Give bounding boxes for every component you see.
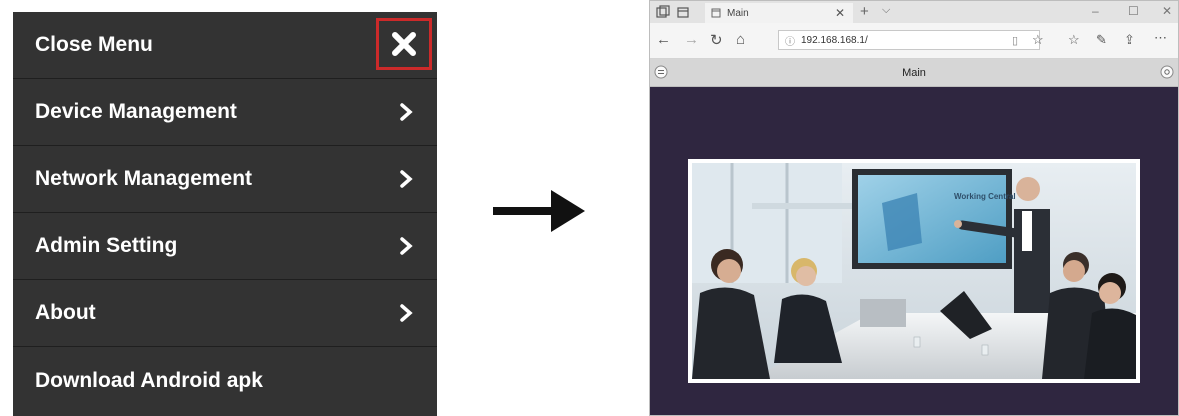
chevron-down-icon[interactable]: ⌵ <box>882 4 890 17</box>
menu-item-close[interactable]: Close Menu <box>13 12 437 79</box>
pen-icon[interactable]: ✎ <box>1096 32 1107 48</box>
set-aside-tabs-icon[interactable] <box>676 5 690 19</box>
page-title: Main <box>902 66 926 79</box>
back-icon[interactable]: ← <box>656 31 671 48</box>
menu-item-about[interactable]: About <box>13 280 437 347</box>
more-icon[interactable]: ⋯ <box>1154 30 1167 46</box>
browser-tab[interactable]: Main ✕ <box>705 3 853 23</box>
page-icon <box>711 8 721 18</box>
tab-title: Main <box>727 7 749 19</box>
menu-item-label: Network Management <box>35 167 253 190</box>
window-close-icon[interactable]: ✕ <box>1162 4 1172 18</box>
chevron-right-icon <box>400 170 413 188</box>
menu-item-label: Admin Setting <box>35 234 178 257</box>
screen-text: Working Central <box>954 192 1016 201</box>
favorite-star-icon[interactable]: ☆ <box>1032 32 1044 48</box>
menu-item-label: Device Management <box>35 100 237 123</box>
chevron-right-icon <box>400 304 413 322</box>
tab-manager-icon[interactable] <box>656 5 670 19</box>
browser-window: Main ✕ + ⌵ – ☐ ✕ ← → ↻ ⌂ ⓘ 192.168.168.1… <box>649 0 1179 416</box>
chevron-right-icon <box>400 103 413 121</box>
refresh-icon[interactable]: ↻ <box>710 31 723 49</box>
browser-titlebar: Main ✕ + ⌵ – ☐ ✕ <box>650 1 1178 23</box>
menu-item-network-management[interactable]: Network Management <box>13 146 437 213</box>
menu-item-download-android-apk[interactable]: Download Android apk <box>13 347 437 414</box>
chevron-right-icon <box>400 237 413 255</box>
meeting-room-image: Working Central <box>688 159 1140 383</box>
menu-item-label: Close Menu <box>35 33 153 56</box>
maximize-icon[interactable]: ☐ <box>1128 4 1139 18</box>
menu-icon[interactable] <box>654 65 668 79</box>
menu-item-label: About <box>35 301 96 324</box>
close-button[interactable] <box>376 18 432 70</box>
menu-item-admin-setting[interactable]: Admin Setting <box>13 213 437 280</box>
new-tab-icon[interactable]: + <box>860 3 869 20</box>
address-text: 192.168.168.1/ <box>801 34 868 46</box>
info-icon: ⓘ <box>785 36 795 48</box>
forward-icon[interactable]: → <box>684 31 699 48</box>
page-header: Main <box>650 59 1178 87</box>
menu-item-label: Download Android apk <box>35 368 263 392</box>
side-menu: Close Menu Device Management Network Man… <box>13 12 437 416</box>
browser-navbar: ← → ↻ ⌂ ⓘ 192.168.168.1/ ▯ ☆ ☆ ✎ ⇪ ⋯ <box>650 23 1178 59</box>
favorites-hub-icon[interactable]: ☆ <box>1068 32 1080 48</box>
close-icon <box>392 32 416 56</box>
menu-item-device-management[interactable]: Device Management <box>13 79 437 146</box>
minimize-icon[interactable]: – <box>1092 4 1099 18</box>
address-bar[interactable]: ⓘ 192.168.168.1/ <box>778 30 1040 50</box>
settings-icon[interactable] <box>1160 65 1174 79</box>
home-icon[interactable]: ⌂ <box>736 31 745 48</box>
share-icon[interactable]: ⇪ <box>1124 32 1135 48</box>
right-arrow-icon <box>493 190 585 232</box>
meeting-illustration: Working Central <box>692 163 1136 379</box>
reading-view-icon[interactable]: ▯ <box>1012 34 1018 47</box>
tab-close-icon[interactable]: ✕ <box>835 6 845 20</box>
